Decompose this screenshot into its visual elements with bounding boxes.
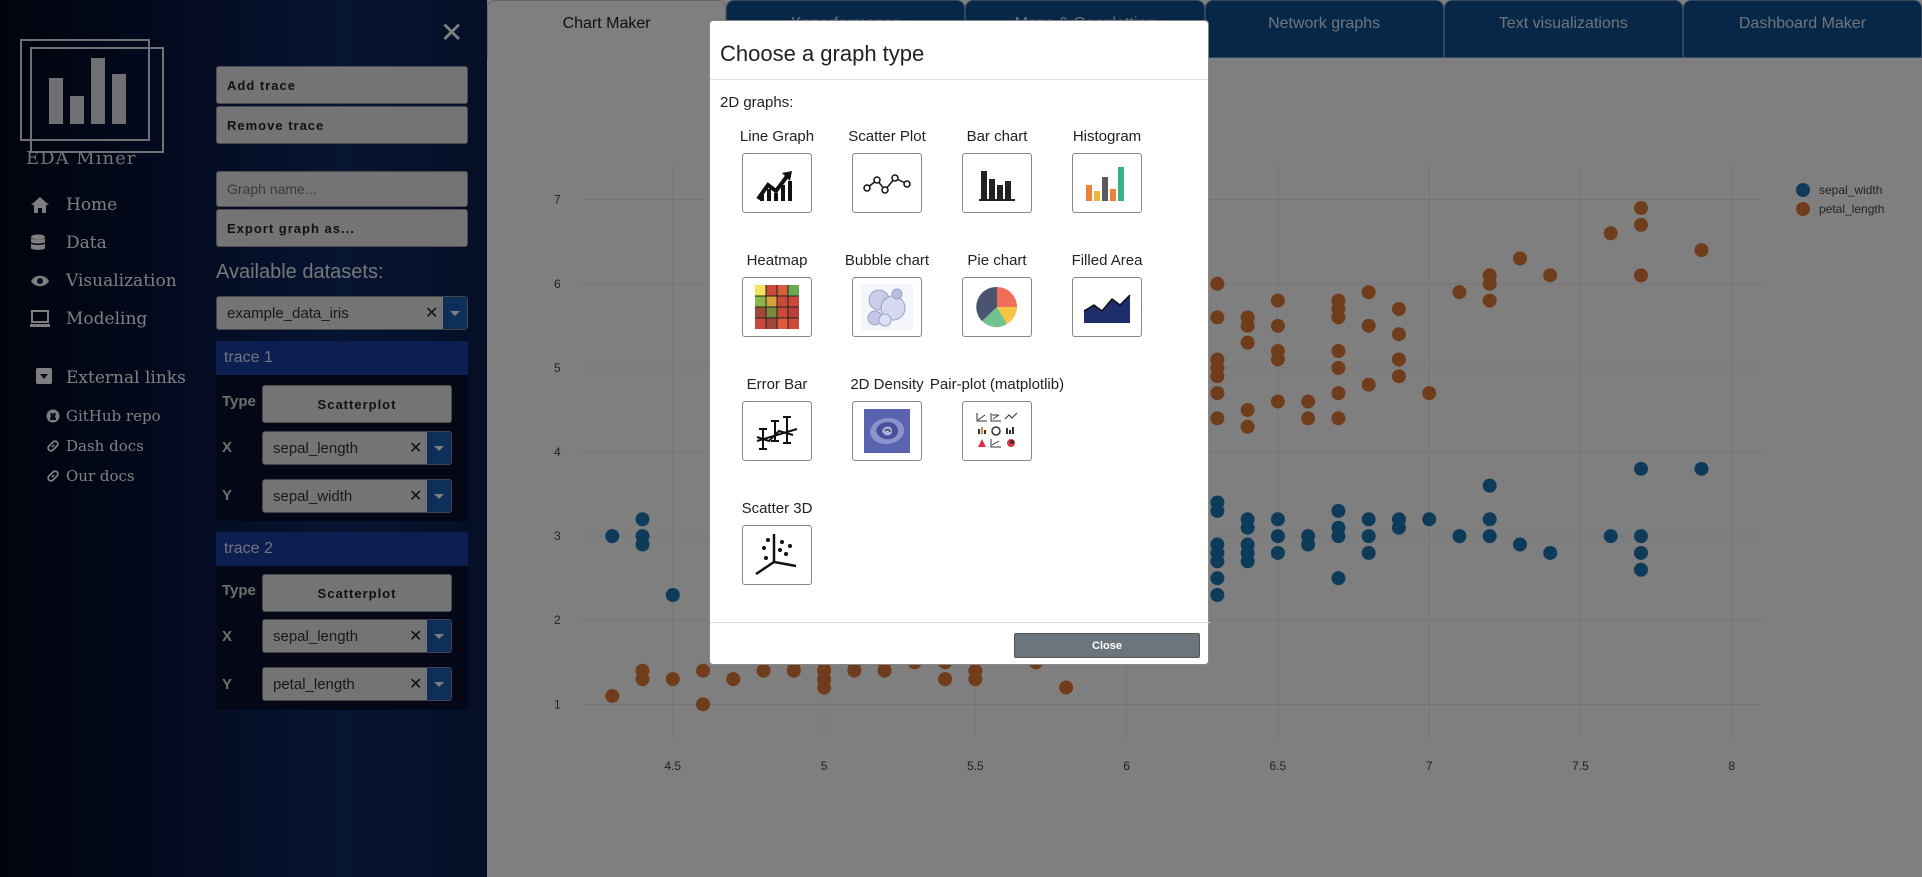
modal-subtitle: 2D graphs: — [720, 94, 794, 111]
graph-type-line[interactable]: Line Graph — [722, 128, 832, 252]
graph-type-empty-slot — [1052, 376, 1162, 500]
close-button[interactable]: Close — [1014, 633, 1200, 658]
graph-type-label: Pair-plot (matplotlib) — [929, 376, 1065, 393]
bar-chart-icon[interactable] — [962, 153, 1032, 213]
graph-type-heatmap[interactable]: Heatmap — [722, 252, 832, 376]
graph-type-bubble[interactable]: Bubble chart — [832, 252, 942, 376]
modal-title: Choose a graph type — [710, 21, 1208, 80]
graph-type-grid: Line Graph Scatter Plot Bar chart Histog… — [722, 128, 1182, 624]
graph-type-bar[interactable]: Bar chart — [942, 128, 1052, 252]
graph-type-label: Scatter Plot — [848, 128, 926, 145]
histogram-icon[interactable] — [1072, 153, 1142, 213]
graph-type-error-bar[interactable]: Error Bar — [722, 376, 832, 500]
graph-type-label: Histogram — [1072, 128, 1142, 145]
graph-type-modal: Choose a graph type 2D graphs: Line Grap… — [709, 20, 1210, 666]
filled-area-icon[interactable] — [1072, 277, 1142, 337]
graph-type-histogram[interactable]: Histogram — [1052, 128, 1162, 252]
heatmap-icon[interactable] — [742, 277, 812, 337]
scatter-plot-icon[interactable] — [852, 153, 922, 213]
graph-type-label: 2D Density — [850, 376, 924, 393]
line-graph-icon[interactable] — [742, 153, 812, 213]
graph-type-pair-plot[interactable]: Pair-plot (matplotlib) — [930, 376, 1064, 500]
modal-footer: Close — [710, 622, 1210, 666]
graph-type-label: Bubble chart — [844, 252, 930, 269]
density-icon[interactable] — [852, 401, 922, 461]
error-bar-icon[interactable] — [742, 401, 812, 461]
graph-type-filled-area[interactable]: Filled Area — [1052, 252, 1162, 376]
graph-type-pie[interactable]: Pie chart — [942, 252, 1052, 376]
graph-type-label: Bar chart — [966, 128, 1028, 145]
graph-type-label: Error Bar — [746, 376, 808, 393]
graph-type-label: Pie chart — [967, 252, 1027, 269]
graph-type-label: Heatmap — [746, 252, 808, 269]
graph-type-scatter-3d[interactable]: Scatter 3D — [722, 500, 832, 624]
graph-type-2d-density[interactable]: 2D Density — [832, 376, 942, 500]
graph-type-scatter[interactable]: Scatter Plot — [832, 128, 942, 252]
pair-plot-icon[interactable] — [962, 401, 1032, 461]
graph-type-label: Line Graph — [739, 128, 815, 145]
graph-type-label: Filled Area — [1071, 252, 1143, 269]
pie-chart-icon[interactable] — [962, 277, 1032, 337]
graph-type-label: Scatter 3D — [741, 500, 813, 517]
bubble-chart-icon[interactable] — [852, 277, 922, 337]
scatter-3d-icon[interactable] — [742, 525, 812, 585]
